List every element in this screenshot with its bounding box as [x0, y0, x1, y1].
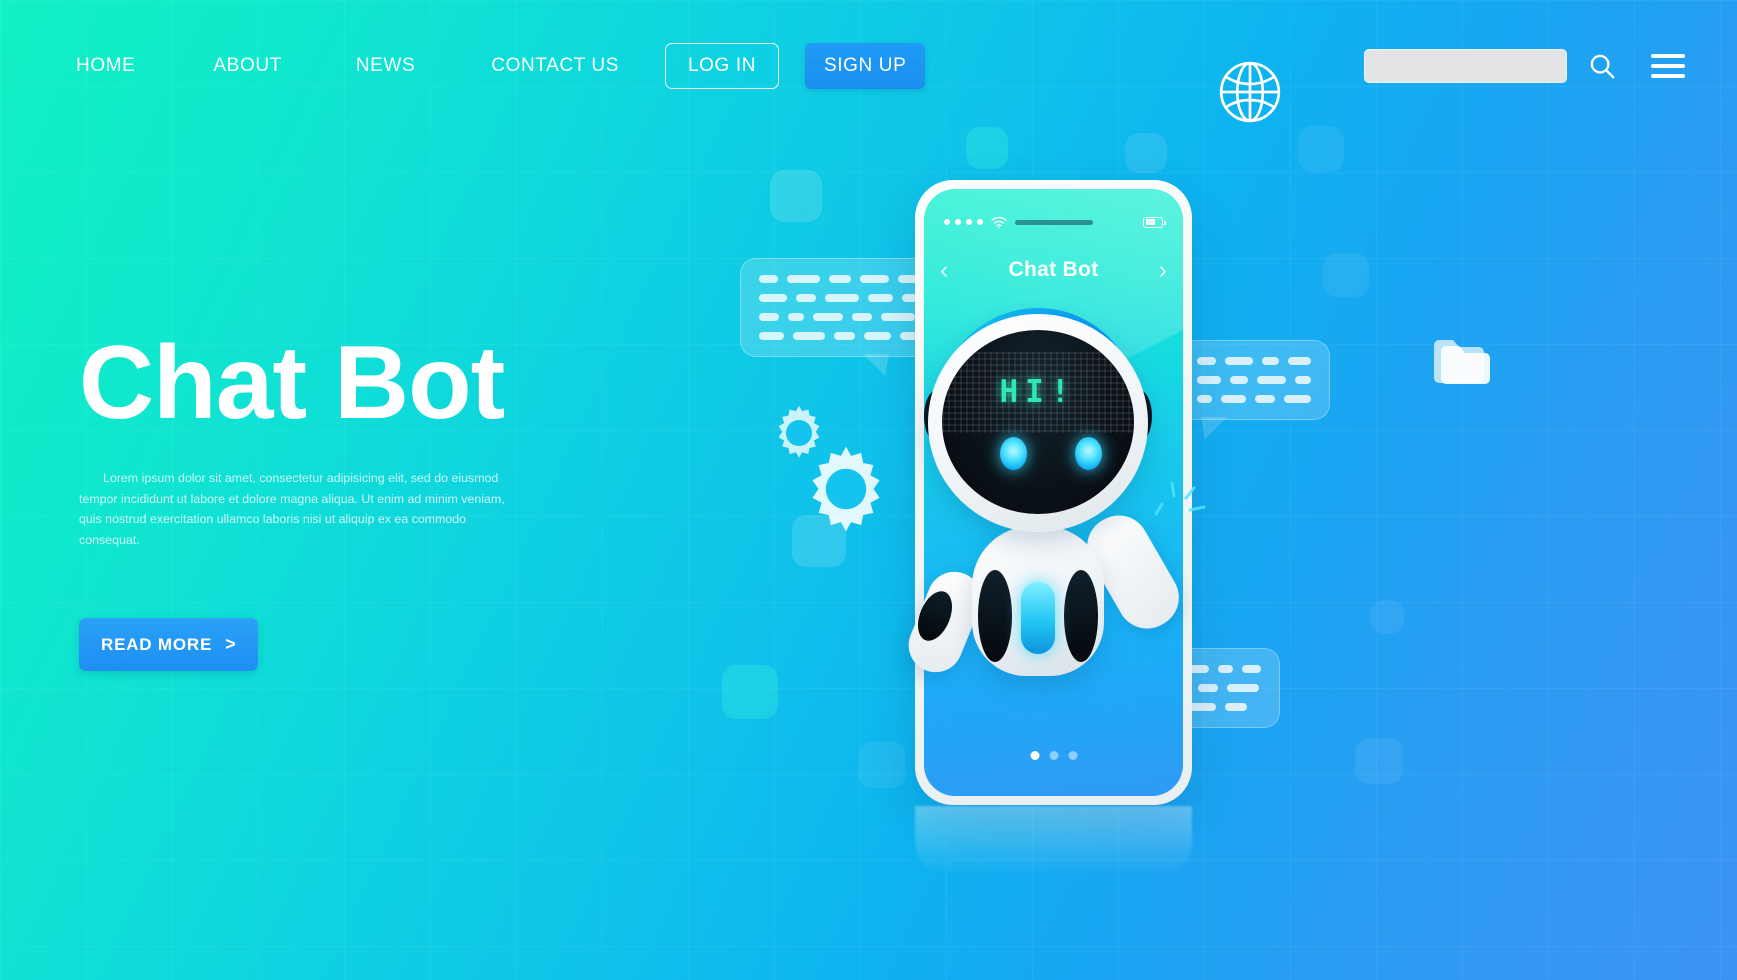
decor-square — [1323, 253, 1369, 297]
motion-lines-icon — [1154, 474, 1210, 530]
decor-square — [770, 170, 822, 222]
chat-title: Chat Bot — [1008, 258, 1099, 281]
page-title: Chat Bot — [79, 325, 505, 441]
decor-square — [1370, 600, 1404, 634]
phone-speaker — [1014, 219, 1093, 225]
robot-head: HI! — [928, 314, 1148, 532]
login-button[interactable]: LOG IN — [665, 43, 780, 89]
globe-icon — [1210, 52, 1290, 137]
phone-reflection — [915, 806, 1192, 876]
robot-eye-left — [1000, 436, 1027, 470]
nav-home[interactable]: HOME — [76, 55, 135, 77]
nav-about[interactable]: ABOUT — [213, 55, 281, 77]
robot-body-shade-right — [1064, 570, 1098, 662]
robot-greeting-text: HI! — [999, 374, 1077, 411]
chevron-right-icon: > — [225, 634, 237, 655]
robot-body — [972, 526, 1104, 676]
battery-icon — [1143, 216, 1166, 228]
signal-dots-icon — [944, 219, 983, 225]
decor-square — [858, 742, 906, 788]
folder-icon — [1430, 335, 1492, 394]
decor-square — [1125, 133, 1167, 173]
chat-bubble — [740, 258, 936, 376]
chatbot-illustration: ‹ Chat Bot › HI! — [722, 0, 1737, 980]
nav-news[interactable]: NEWS — [356, 55, 415, 77]
hero-paragraph: Lorem ipsum dolor sit amet, consectetur … — [79, 471, 505, 547]
robot-mascot: HI! — [900, 298, 1210, 768]
read-more-button[interactable]: READ MORE > — [79, 618, 259, 672]
decor-square — [1355, 738, 1403, 784]
forward-chevron-icon[interactable]: › — [1159, 257, 1167, 283]
robot-core-light — [1021, 582, 1055, 654]
wifi-icon — [991, 216, 1007, 229]
decor-square — [1298, 126, 1344, 172]
read-more-label: READ MORE — [101, 634, 213, 654]
hero-content: Chat Bot Lorem ipsum dolor sit amet, con… — [79, 325, 639, 672]
decor-square — [722, 665, 778, 719]
phone-status-bar — [924, 211, 1183, 233]
decor-square — [966, 127, 1008, 169]
nav-contact-us[interactable]: CONTACT US — [491, 55, 619, 77]
gear-icon — [800, 443, 892, 540]
back-chevron-icon[interactable]: ‹ — [940, 257, 948, 283]
robot-eye-right — [1075, 436, 1102, 470]
robot-visor: HI! — [942, 330, 1134, 514]
robot-body-shade-left — [978, 570, 1012, 662]
chat-header: ‹ Chat Bot › — [924, 253, 1183, 287]
